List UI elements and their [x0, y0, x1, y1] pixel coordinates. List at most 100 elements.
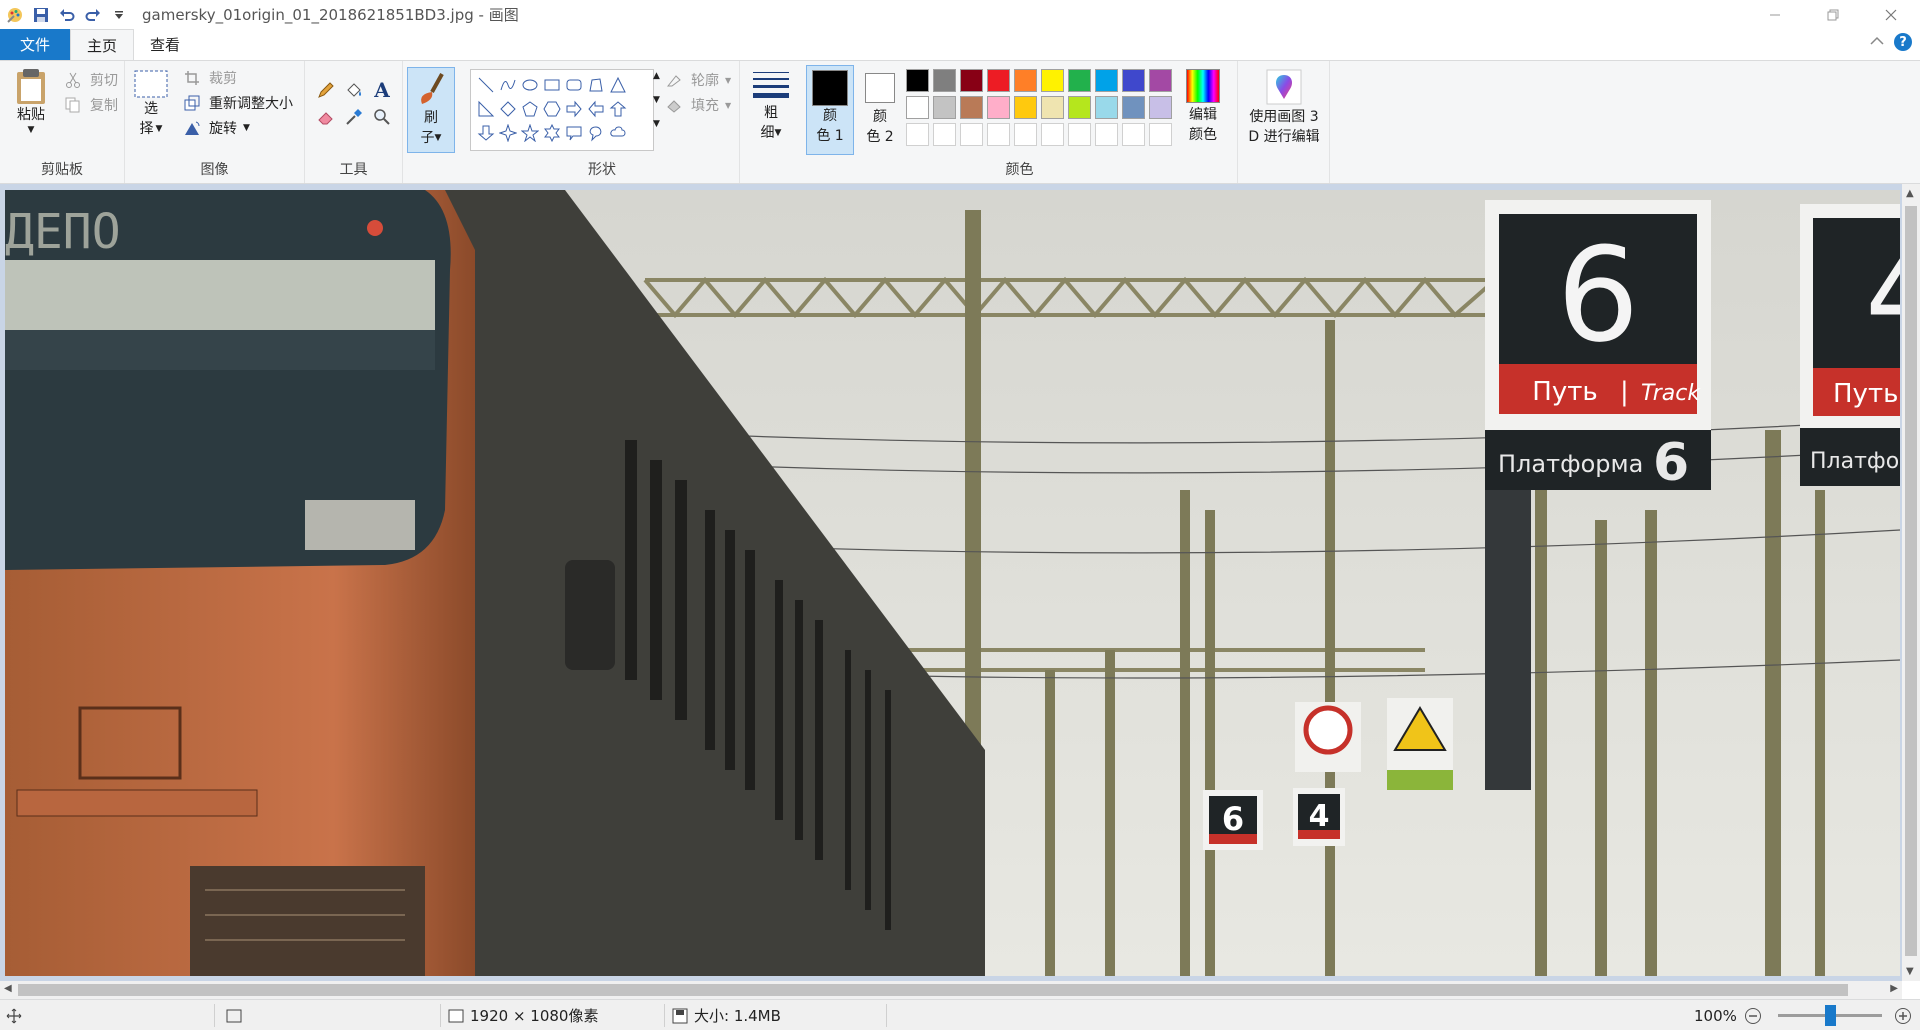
palette-color-swatch[interactable] [933, 96, 956, 119]
custom-color-slot[interactable] [933, 123, 956, 146]
text-tool-icon[interactable]: A [371, 78, 393, 102]
minimize-button[interactable] [1746, 0, 1804, 29]
palette-color-swatch[interactable] [1041, 69, 1064, 92]
edit-colors-button[interactable]: 编辑 颜色 [1180, 69, 1226, 145]
cloud-callout-shape-icon[interactable] [607, 121, 629, 145]
fill-button[interactable]: 填充 ▼ [663, 94, 731, 116]
palette-color-swatch[interactable] [1014, 96, 1037, 119]
right-arrow-shape-icon[interactable] [563, 97, 585, 121]
oval-callout-shape-icon[interactable] [585, 121, 607, 145]
size-button[interactable]: 粗 细 ▼ [746, 69, 796, 143]
up-arrow-shape-icon[interactable] [607, 97, 629, 121]
pentagon-shape-icon[interactable] [519, 97, 541, 121]
palette-color-swatch[interactable] [987, 96, 1010, 119]
custom-color-slot[interactable] [1122, 123, 1145, 146]
rotate-button[interactable]: 旋转 ▼ [181, 117, 250, 139]
zoom-in-button[interactable] [1894, 1000, 1912, 1031]
hexagon-shape-icon[interactable] [541, 97, 563, 121]
polygon-shape-icon[interactable] [585, 73, 607, 97]
four-point-star-shape-icon[interactable] [497, 121, 519, 145]
tab-home[interactable]: 主页 [70, 29, 135, 60]
cut-button[interactable]: 剪切 [62, 69, 118, 91]
scroll-right-icon[interactable]: ▶ [1890, 983, 1898, 994]
custom-color-slot[interactable] [987, 123, 1010, 146]
triangle-shape-icon[interactable] [607, 73, 629, 97]
palette-color-swatch[interactable] [1122, 69, 1145, 92]
six-point-star-shape-icon[interactable] [541, 121, 563, 145]
resize-button[interactable]: 重新调整大小 [181, 92, 293, 114]
photo-canvas[interactable]: ДЕПО 6 Путь | Track Платформа 6 Путь Пла… [5, 190, 1900, 976]
palette-color-swatch[interactable] [1149, 96, 1172, 119]
palette-color-swatch[interactable] [960, 69, 983, 92]
left-arrow-shape-icon[interactable] [585, 97, 607, 121]
zoom-slider-thumb[interactable] [1824, 1005, 1836, 1026]
brushes-button[interactable]: 刷 子 ▼ [407, 67, 455, 153]
down-arrow-shape-icon[interactable] [475, 121, 497, 145]
crop-button[interactable]: 裁剪 [181, 67, 237, 89]
palette-color-swatch[interactable] [906, 96, 929, 119]
palette-color-swatch[interactable] [933, 69, 956, 92]
palette-color-swatch[interactable] [1095, 96, 1118, 119]
color2-button[interactable]: 颜 色 2 [858, 69, 902, 147]
zoom-out-button[interactable] [1744, 1000, 1762, 1031]
expand-gallery-icon[interactable]: ▼ [653, 119, 660, 129]
palette-color-swatch[interactable] [906, 69, 929, 92]
paste-button[interactable]: 粘贴 ▼ [8, 67, 54, 135]
five-point-star-shape-icon[interactable] [519, 121, 541, 145]
close-button[interactable] [1862, 0, 1920, 29]
redo-icon[interactable] [82, 4, 104, 26]
custom-color-slot[interactable] [906, 123, 929, 146]
custom-color-slot[interactable] [1068, 123, 1091, 146]
palette-color-swatch[interactable] [1068, 96, 1091, 119]
save-icon[interactable] [30, 4, 52, 26]
palette-color-swatch[interactable] [1122, 96, 1145, 119]
diamond-shape-icon[interactable] [497, 97, 519, 121]
scroll-down-icon[interactable]: ▼ [1906, 966, 1914, 977]
scroll-left-icon[interactable]: ◀ [4, 983, 12, 994]
chevron-down-icon[interactable]: ▼ [653, 95, 660, 105]
fill-bucket-icon[interactable] [343, 79, 365, 101]
canvas-area[interactable]: ДЕПО 6 Путь | Track Платформа 6 Путь Пла… [0, 184, 1920, 981]
pencil-icon[interactable] [315, 79, 337, 101]
custom-color-slot[interactable] [1149, 123, 1172, 146]
edit-with-paint3d-button[interactable]: 使用画图 3 D 进行编辑 [1240, 69, 1328, 147]
right-triangle-shape-icon[interactable] [475, 97, 497, 121]
palette-color-swatch[interactable] [960, 96, 983, 119]
palette-color-swatch[interactable] [1041, 96, 1064, 119]
scroll-up-icon[interactable]: ▲ [1906, 188, 1914, 199]
tab-file[interactable]: 文件 [0, 29, 70, 60]
help-icon[interactable]: ? [1894, 33, 1912, 51]
palette-color-swatch[interactable] [1149, 69, 1172, 92]
palette-color-swatch[interactable] [987, 69, 1010, 92]
customize-quick-access-icon[interactable] [108, 4, 130, 26]
custom-color-slot[interactable] [1095, 123, 1118, 146]
custom-color-slot[interactable] [960, 123, 983, 146]
copy-button[interactable]: 复制 [62, 94, 118, 116]
chevron-up-icon[interactable]: ▲ [653, 71, 660, 81]
custom-color-slot[interactable] [1041, 123, 1064, 146]
oval-shape-icon[interactable] [519, 73, 541, 97]
vertical-scrollbar[interactable]: ▲ ▼ [1902, 184, 1920, 981]
rect-callout-shape-icon[interactable] [563, 121, 585, 145]
palette-color-swatch[interactable] [1095, 69, 1118, 92]
undo-icon[interactable] [56, 4, 78, 26]
line-shape-icon[interactable] [475, 73, 497, 97]
magnifier-icon[interactable] [371, 106, 393, 128]
paint-app-icon[interactable] [4, 4, 26, 26]
tab-view[interactable]: 查看 [134, 29, 196, 60]
horizontal-scroll-thumb[interactable] [18, 984, 1848, 996]
select-button[interactable]: 选 择 ▼ [131, 69, 171, 139]
color-picker-icon[interactable] [343, 106, 365, 128]
color1-button[interactable]: 颜 色 1 [806, 65, 854, 155]
palette-color-swatch[interactable] [1068, 69, 1091, 92]
palette-color-swatch[interactable] [1014, 69, 1037, 92]
rounded-rectangle-shape-icon[interactable] [563, 73, 585, 97]
vertical-scroll-thumb[interactable] [1905, 206, 1917, 956]
curve-shape-icon[interactable] [497, 73, 519, 97]
custom-color-slot[interactable] [1014, 123, 1037, 146]
collapse-ribbon-icon[interactable] [1870, 34, 1884, 50]
rectangle-shape-icon[interactable] [541, 73, 563, 97]
restore-button[interactable] [1804, 0, 1862, 29]
eraser-icon[interactable] [315, 106, 337, 128]
horizontal-scrollbar[interactable]: ◀ ▶ [0, 981, 1902, 999]
